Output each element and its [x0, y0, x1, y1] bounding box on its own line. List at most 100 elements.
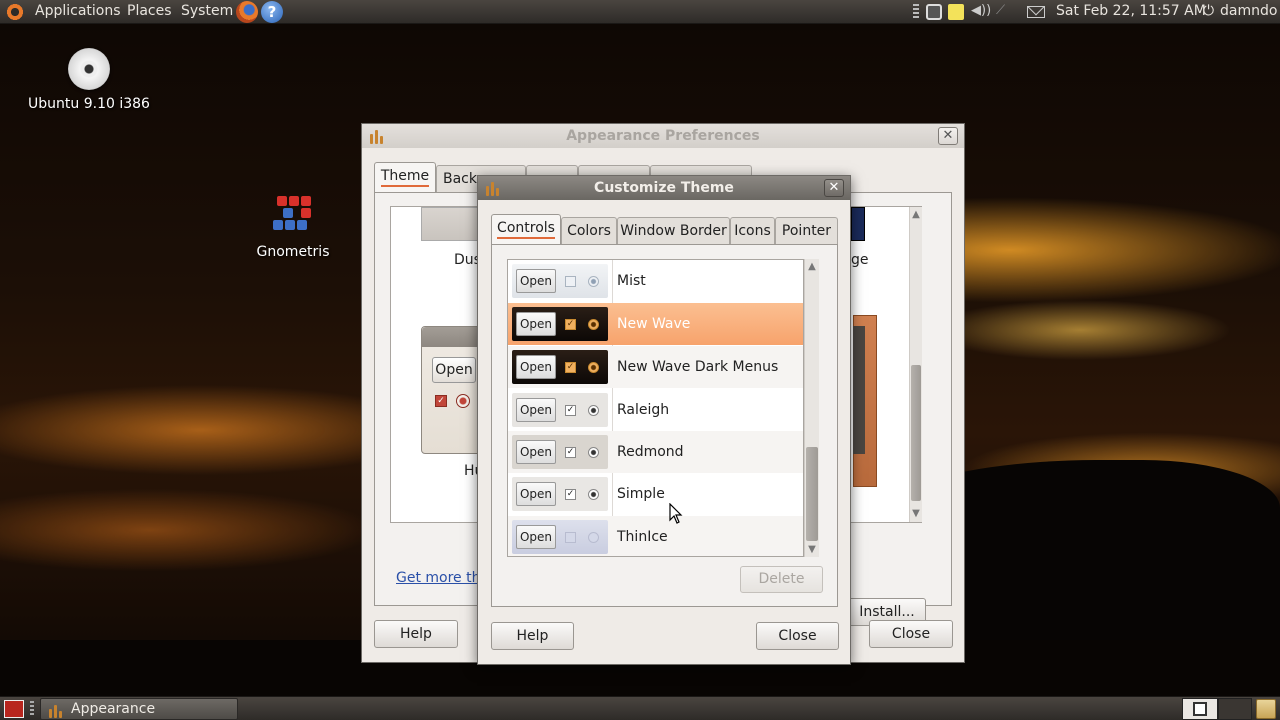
scroll-up-icon[interactable]: ▲	[910, 209, 922, 221]
appearance-window-title: Appearance Preferences	[566, 128, 760, 144]
theme-preview-thinice: Open	[512, 520, 608, 554]
checkbox-icon	[565, 276, 576, 287]
mouse-cursor-icon	[669, 503, 683, 524]
list-item[interactable]: Open ThinIce	[508, 516, 803, 556]
theme-name: Redmond	[617, 444, 684, 460]
gnometris-icon	[273, 196, 313, 238]
menu-system[interactable]: System	[181, 3, 233, 19]
desktop-icon-gnometris[interactable]: Gnometris	[248, 196, 338, 260]
desktop-icon-label: Gnometris	[256, 244, 330, 260]
preview-checkbox-icon: ✓	[435, 395, 447, 407]
bottom-panel: Appearance Preferences	[0, 696, 1280, 720]
radio-icon	[588, 319, 599, 330]
radio-icon	[588, 447, 599, 458]
workspace-1[interactable]	[1182, 698, 1218, 720]
theme-name: Mist	[617, 273, 646, 289]
taskbar-appearance-preferences[interactable]: Appearance Preferences	[40, 698, 238, 720]
theme-name: Simple	[617, 486, 665, 502]
power-icon[interactable]: ⏻	[1203, 3, 1214, 19]
tab-icons[interactable]: Icons	[730, 217, 775, 245]
customize-window-icon	[486, 180, 500, 196]
list-item[interactable]: Open ✓ Redmond	[508, 431, 803, 473]
help-icon[interactable]: ?	[261, 1, 283, 23]
menu-places[interactable]: Places	[127, 3, 172, 19]
desktop-icon-ubuntu-cd[interactable]: Ubuntu 9.10 i386	[28, 48, 150, 112]
list-item[interactable]: Open ✓ New Wave Dark Menus	[508, 346, 803, 388]
list-item[interactable]: Open Mist	[508, 260, 803, 302]
tab-theme[interactable]: Theme	[374, 162, 436, 193]
theme-name: Raleigh	[617, 402, 670, 418]
theme-preview-raleigh: Open ✓	[512, 393, 608, 427]
appearance-close-icon[interactable]: ✕	[938, 127, 958, 145]
theme-preview-redmond: Open ✓	[512, 435, 608, 469]
list-item-selected[interactable]: Open ✓ New Wave	[508, 303, 803, 345]
clock[interactable]: Sat Feb 22, 11:57 AM	[1056, 3, 1206, 19]
customize-window-title: Customize Theme	[594, 180, 734, 196]
customize-close-icon[interactable]: ✕	[824, 179, 844, 197]
checkbox-icon: ✓	[565, 319, 576, 330]
appearance-help-button[interactable]: Help	[374, 620, 458, 648]
delete-button[interactable]: Delete	[740, 566, 823, 593]
theme-preview-new-wave-dark: Open ✓	[512, 350, 608, 384]
theme-name-partial: ge	[851, 252, 869, 268]
task-label: Appearance Preferences	[71, 701, 156, 717]
checkbox-icon: ✓	[565, 489, 576, 500]
notes-icon[interactable]	[948, 4, 964, 20]
list-item[interactable]: Open ✓ Raleigh	[508, 389, 803, 431]
scroll-up-icon[interactable]: ▲	[805, 261, 819, 273]
ubuntu-logo-icon[interactable]	[6, 3, 24, 21]
user-name[interactable]: damndo	[1220, 3, 1277, 19]
volume-icon[interactable]: ◀))	[971, 3, 991, 19]
radio-icon	[588, 532, 599, 543]
appearance-window-icon	[370, 128, 384, 144]
scroll-down-icon[interactable]: ▼	[805, 544, 819, 556]
panel-grip-icon[interactable]	[913, 4, 919, 20]
radio-icon	[588, 362, 599, 373]
checkbox-icon: ✓	[565, 405, 576, 416]
panel-grip-icon	[30, 701, 34, 717]
top-panel: Applications Places System ? ◀)) ⟋ Sat F…	[0, 0, 1280, 24]
task-app-icon	[49, 702, 63, 718]
tab-controls[interactable]: Controls	[491, 214, 561, 245]
menu-applications[interactable]: Applications	[35, 3, 121, 19]
checkbox-icon: ✓	[565, 362, 576, 373]
preview-radio-icon	[456, 394, 470, 408]
customize-close-button[interactable]: Close	[756, 622, 839, 650]
appearance-titlebar[interactable]: Appearance Preferences ✕	[362, 124, 964, 148]
theme-list-scrollbar[interactable]: ▲ ▼	[804, 259, 819, 557]
scroll-thumb[interactable]	[806, 447, 818, 541]
theme-name: New Wave	[617, 316, 691, 332]
theme-preview-mist: Open	[512, 264, 608, 298]
tab-colors[interactable]: Colors	[561, 217, 617, 245]
theme-name: New Wave Dark Menus	[617, 359, 779, 375]
theme-grid-scrollbar[interactable]: ▲ ▼	[909, 207, 922, 522]
network-icon[interactable]: ⟋	[996, 3, 1012, 19]
mail-icon[interactable]	[1027, 6, 1045, 18]
list-item[interactable]: Open ✓ Simple	[508, 473, 803, 515]
desktop-icon-label: Ubuntu 9.10 i386	[28, 96, 150, 112]
phone-icon[interactable]	[926, 4, 942, 20]
cd-icon	[68, 48, 110, 90]
workspace-2[interactable]	[1218, 698, 1252, 720]
trash-icon[interactable]	[1256, 699, 1276, 719]
scroll-down-icon[interactable]: ▼	[910, 508, 922, 520]
appearance-close-button[interactable]: Close	[869, 620, 953, 648]
preview-open-button: Open	[432, 357, 476, 383]
firefox-icon[interactable]	[236, 1, 258, 23]
checkbox-icon: ✓	[565, 447, 576, 458]
radio-icon	[588, 276, 599, 287]
theme-preview-simple: Open ✓	[512, 477, 608, 511]
get-more-themes-link[interactable]: Get more the	[396, 570, 489, 586]
theme-name: ThinIce	[617, 529, 668, 545]
show-desktop-icon[interactable]	[4, 700, 24, 718]
customize-titlebar[interactable]: Customize Theme ✕	[478, 176, 850, 200]
tab-window-border[interactable]: Window Border	[617, 217, 730, 245]
customize-help-button[interactable]: Help	[491, 622, 574, 650]
theme-preview-dark[interactable]	[851, 207, 865, 241]
radio-icon	[588, 489, 599, 500]
radio-icon	[588, 405, 599, 416]
checkbox-icon	[565, 532, 576, 543]
tab-pointer[interactable]: Pointer	[775, 217, 838, 245]
scroll-thumb[interactable]	[911, 365, 921, 501]
controls-theme-list[interactable]: Open Mist Open ✓ New Wave Open ✓ New Wav…	[507, 259, 804, 557]
